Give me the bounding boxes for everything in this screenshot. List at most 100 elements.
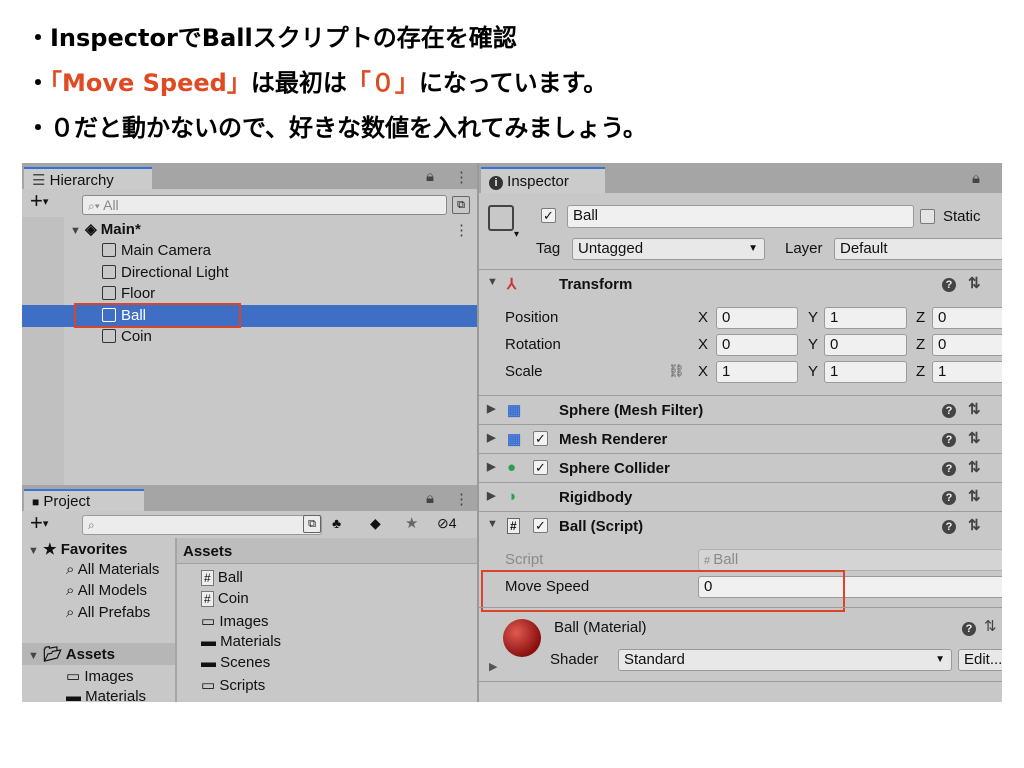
favorite-all-models[interactable]: ⌕ All Models bbox=[66, 582, 147, 599]
bullet-2: ・「Move Speed」は最初は「０」になっています。 bbox=[26, 63, 607, 98]
icon-dropdown-icon[interactable]: ▾ bbox=[514, 229, 519, 240]
hierarchy-item-floor[interactable]: Floor bbox=[102, 285, 155, 302]
hidden-packages-toggle[interactable]: ⊘4 bbox=[437, 515, 457, 532]
component-sphere-collider[interactable]: ▶ ● ✓ Sphere Collider ? ⇅ bbox=[479, 453, 1002, 482]
rotation-z-field[interactable]: 0 bbox=[932, 334, 1002, 356]
filter-by-type-icon[interactable]: ♣ bbox=[332, 515, 341, 531]
hierarchy-item-main-camera[interactable]: Main Camera bbox=[102, 242, 211, 259]
settings-icon[interactable]: ⇅ bbox=[968, 487, 981, 505]
scene-row[interactable]: ▼ ◈ Main* bbox=[70, 220, 141, 238]
active-checkbox[interactable]: ✓ bbox=[541, 208, 556, 223]
scale-x-field[interactable]: 1 bbox=[716, 361, 798, 383]
filter-by-label-icon[interactable]: ◆ bbox=[370, 515, 381, 532]
component-mesh-filter[interactable]: ▶ ▦ Sphere (Mesh Filter) ? ⇅ bbox=[479, 395, 1002, 424]
constrain-proportions-icon[interactable]: ⛓ bbox=[668, 363, 685, 379]
settings-icon[interactable]: ⇅ bbox=[968, 400, 981, 418]
rotation-z-value: 0 bbox=[938, 336, 947, 353]
collapse-arrow-icon: ▶ bbox=[487, 432, 496, 444]
position-y-value: 1 bbox=[830, 309, 839, 326]
settings-icon[interactable]: ⇅ bbox=[968, 429, 981, 447]
asset-scripts-folder[interactable]: ▭ Scripts bbox=[201, 676, 265, 694]
assets-tree-row[interactable]: ▼ 📂︎ Assets bbox=[28, 645, 115, 663]
component-enabled-checkbox[interactable]: ✓ bbox=[533, 460, 548, 475]
asset-scenes-folder[interactable]: ▬ Scenes bbox=[201, 654, 270, 671]
tab-project[interactable]: ■ Project bbox=[24, 489, 144, 511]
position-x-field[interactable]: 0 bbox=[716, 307, 798, 329]
settings-icon[interactable]: ⇅ bbox=[968, 458, 981, 476]
material-expand-icon[interactable]: ▶ bbox=[489, 660, 497, 673]
shader-edit-button[interactable]: Edit... bbox=[958, 649, 1002, 671]
project-lock-icon[interactable]: 🔒︎ bbox=[426, 490, 434, 507]
tag-dropdown[interactable]: Untagged ▼ bbox=[572, 238, 765, 260]
layer-dropdown[interactable]: Default bbox=[834, 238, 1002, 260]
favorite-all-prefabs[interactable]: ⌕ All Prefabs bbox=[66, 604, 150, 621]
folder-icon: ▬ bbox=[201, 654, 216, 671]
hidden-count: 4 bbox=[448, 515, 457, 531]
favorite-star-icon[interactable]: ★ bbox=[405, 514, 418, 532]
help-icon[interactable]: ? bbox=[942, 460, 956, 476]
material-divider bbox=[479, 607, 1002, 608]
material-settings-icon[interactable]: ⇅ bbox=[984, 617, 997, 635]
hierarchy-item-directional-light[interactable]: Directional Light bbox=[102, 264, 229, 281]
component-enabled-checkbox[interactable]: ✓ bbox=[533, 431, 548, 446]
gameobject-icon bbox=[102, 286, 116, 300]
position-y-field[interactable]: 1 bbox=[824, 307, 907, 329]
help-icon[interactable]: ? bbox=[942, 276, 956, 292]
component-rigidbody[interactable]: ▶ ◑ Rigidbody ? ⇅ bbox=[479, 482, 1002, 511]
add-icon[interactable]: +▾ bbox=[30, 190, 48, 213]
settings-icon[interactable]: ⇅ bbox=[968, 516, 981, 534]
help-icon[interactable]: ? bbox=[942, 431, 956, 447]
asset-coin-script[interactable]: # Coin bbox=[201, 590, 249, 607]
component-enabled-checkbox[interactable]: ✓ bbox=[533, 518, 548, 533]
favorite-all-materials[interactable]: ⌕ All Materials bbox=[66, 561, 159, 578]
script-reference-field: # Ball bbox=[698, 549, 1002, 571]
rotation-y-field[interactable]: 0 bbox=[824, 334, 907, 356]
asset-images-folder[interactable]: ▭ Images bbox=[201, 612, 269, 630]
chevron-down-icon: ▼ bbox=[935, 654, 945, 665]
project-add-icon[interactable]: +▾ bbox=[30, 512, 48, 535]
asset-label: Scenes bbox=[220, 654, 271, 671]
hierarchy-gutter bbox=[22, 217, 64, 485]
collapse-arrow-icon: ▶ bbox=[487, 461, 496, 473]
help-icon[interactable]: ? bbox=[942, 402, 956, 418]
component-ball-script[interactable]: ▼ # ✓ Ball (Script) ? ⇅ bbox=[479, 511, 1002, 540]
scale-y-field[interactable]: 1 bbox=[824, 361, 907, 383]
asset-ball-script[interactable]: # Ball bbox=[201, 569, 243, 586]
hierarchy-search-input[interactable]: ⌕▾ All bbox=[82, 195, 447, 215]
rotation-x-field[interactable]: 0 bbox=[716, 334, 798, 356]
help-icon[interactable]: ? bbox=[942, 489, 956, 505]
project-search-options-icon[interactable]: ⧉ bbox=[303, 515, 321, 533]
mesh-renderer-icon: ▦ bbox=[507, 431, 522, 448]
position-z-field[interactable]: 0 bbox=[932, 307, 1002, 329]
search-options-icon[interactable]: ⧉ bbox=[452, 196, 470, 214]
tab-inspector[interactable]: i Inspector bbox=[481, 167, 605, 193]
hierarchy-search-placeholder: All bbox=[103, 197, 119, 213]
static-checkbox[interactable] bbox=[920, 209, 935, 224]
shader-dropdown[interactable]: Standard ▼ bbox=[618, 649, 952, 671]
search-icon: ⌕ bbox=[66, 604, 75, 621]
tree-item-materials[interactable]: ▬ Materials bbox=[66, 688, 146, 702]
hierarchy-item-label: Directional Light bbox=[121, 264, 229, 281]
tree-item-images[interactable]: ▭ Images bbox=[66, 667, 134, 685]
hierarchy-item-coin[interactable]: Coin bbox=[102, 328, 152, 345]
help-icon[interactable]: ? bbox=[942, 518, 956, 534]
search-icon: ⌕ bbox=[66, 561, 75, 578]
inspector-bottom-divider bbox=[479, 681, 1002, 682]
scene-menu-icon[interactable]: ⋮ bbox=[454, 221, 469, 239]
project-more-menu-icon[interactable]: ⋮ bbox=[454, 490, 469, 508]
transform-header[interactable]: ▼ ⅄ Transform ? ⇅ bbox=[479, 269, 1002, 298]
project-search-input[interactable]: ⌕ bbox=[82, 515, 322, 535]
lock-icon[interactable]: 🔒︎ bbox=[426, 168, 434, 185]
inspector-tab-label: Inspector bbox=[507, 173, 569, 190]
favorites-row[interactable]: ▼ ★ Favorites bbox=[28, 540, 127, 558]
asset-materials-folder[interactable]: ▬ Materials bbox=[201, 633, 281, 650]
tab-hierarchy[interactable]: ☰ Hierarchy bbox=[24, 167, 152, 189]
scale-z-field[interactable]: 1 bbox=[932, 361, 1002, 383]
component-mesh-renderer[interactable]: ▶ ▦ ✓ Mesh Renderer ? ⇅ bbox=[479, 424, 1002, 453]
settings-icon[interactable]: ⇅ bbox=[968, 274, 981, 292]
assets-tree-label: Assets bbox=[65, 646, 115, 663]
material-help-icon[interactable]: ? bbox=[962, 619, 976, 636]
object-name-field[interactable]: Ball bbox=[567, 205, 914, 228]
inspector-lock-icon[interactable]: 🔒︎ bbox=[972, 170, 980, 187]
more-menu-icon[interactable]: ⋮ bbox=[454, 168, 469, 186]
